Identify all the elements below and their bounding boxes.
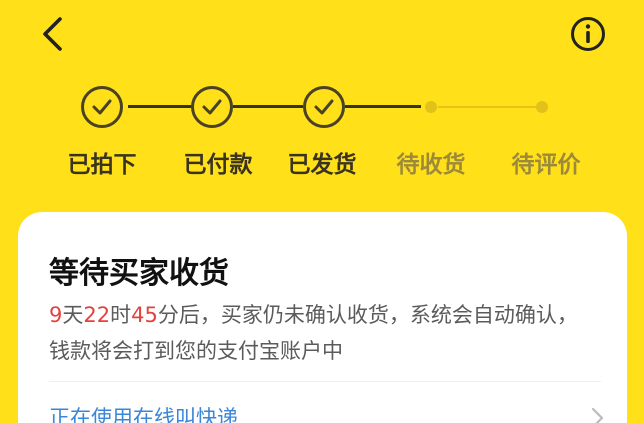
countdown-hours-unit: 时 — [110, 303, 132, 327]
step-label: 待评价 — [511, 152, 581, 178]
info-circle-icon — [571, 17, 605, 51]
progress-line-done — [233, 105, 303, 108]
step-label: 已付款 — [183, 152, 253, 178]
step-check-icon — [191, 86, 233, 128]
status-description: 9天22时45分后，买家仍未确认收货，系统会自动确认，钱款将会打到您的支付宝账户… — [49, 297, 597, 369]
step-dot-icon — [536, 101, 548, 113]
chevron-left-icon — [43, 17, 62, 51]
step-check-icon — [303, 86, 345, 128]
express-link[interactable]: 正在使用在线叫快递 — [49, 402, 238, 423]
chevron-right-icon — [591, 407, 604, 423]
divider — [49, 381, 601, 382]
countdown-days: 9 — [49, 303, 63, 327]
order-status-card: 等待买家收货 9天22时45分后，买家仍未确认收货，系统会自动确认，钱款将会打到… — [18, 212, 627, 423]
countdown-minutes: 45 — [131, 303, 158, 327]
countdown-minutes-unit: 分后， — [157, 303, 221, 327]
status-title: 等待买家收货 — [49, 256, 229, 291]
step-label: 已发货 — [287, 152, 357, 178]
countdown-hours: 22 — [83, 303, 111, 327]
progress-line-done — [345, 105, 421, 108]
step-label: 待收货 — [396, 152, 466, 178]
back-button[interactable] — [34, 14, 70, 54]
step-check-icon — [81, 86, 123, 128]
step-dot-icon — [425, 101, 437, 113]
express-row[interactable]: 正在使用在线叫快递 — [49, 402, 604, 423]
info-button[interactable] — [568, 14, 608, 54]
progress-line-pending — [438, 106, 536, 108]
countdown-days-unit: 天 — [62, 303, 84, 327]
progress-line-done — [128, 105, 192, 108]
step-label: 已拍下 — [67, 152, 137, 178]
